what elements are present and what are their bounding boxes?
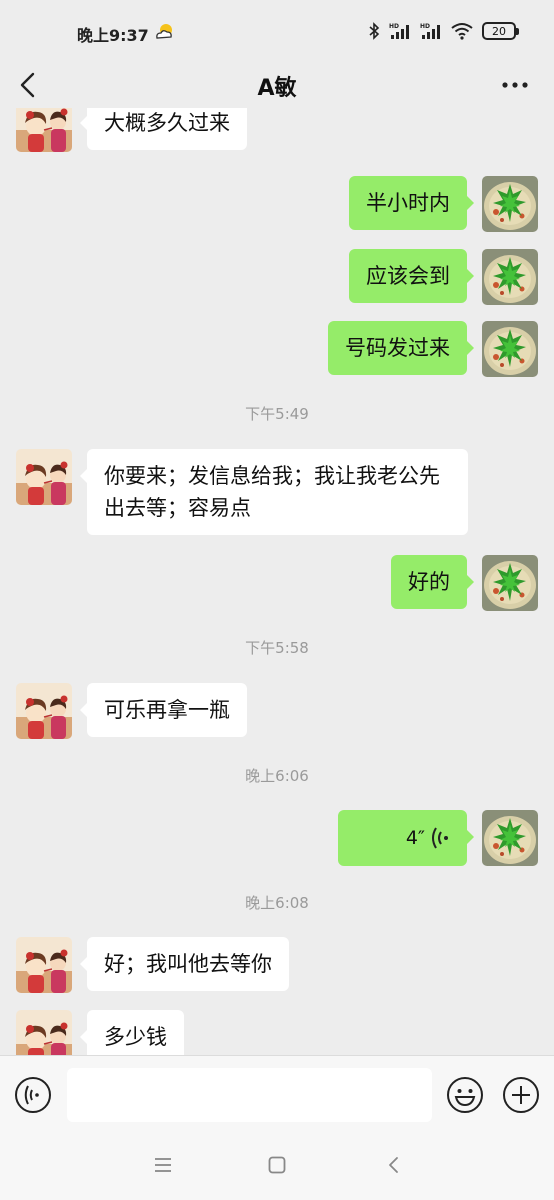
message-bubble[interactable]: 号码发过来 [328,321,474,375]
avatar[interactable] [482,321,538,377]
message-bubble[interactable]: 可乐再拿一瓶 [80,683,247,737]
voice-duration: 4″ [405,827,425,849]
avatar[interactable] [482,555,538,611]
message-sent: 号码发过来 [328,321,538,377]
back-icon[interactable] [384,1155,404,1175]
more-dots-icon[interactable] [500,72,530,98]
message-received: 可乐再拿一瓶 [16,683,247,739]
message-received: 好；我叫他去等你 [16,937,289,993]
battery-icon: 20 [482,22,519,40]
timestamp: 下午5:49 [245,405,309,423]
voice-wave-icon [432,827,448,849]
weather-icon [156,24,172,39]
battery-level: 20 [492,24,506,38]
signal-hd-icon: HD [389,23,409,39]
menu-icon[interactable] [153,1155,173,1175]
message-input[interactable] [67,1068,432,1122]
home-icon[interactable] [267,1155,287,1175]
timestamp: 下午5:58 [245,639,309,657]
avatar[interactable] [16,937,72,993]
avatar[interactable] [482,176,538,232]
status-time: 晚上9:37 [77,26,149,45]
avatar[interactable] [16,108,72,152]
message-received: 多少钱 [16,1010,184,1055]
message-bubble[interactable]: 半小时内 [349,176,474,230]
message-bubble[interactable]: 你要来；发信息给我；我让我老公先出去等；容易点 [80,449,468,535]
svg-text:HD: HD [389,23,399,30]
chat-header: A敏 [0,64,554,108]
avatar[interactable] [482,249,538,305]
timestamp: 晚上6:06 [245,767,309,785]
avatar[interactable] [16,449,72,505]
status-bar: 晚上9:37 HD HD 20 [0,0,554,64]
message-list[interactable]: 大概多久过来 半小时内 应该会到 号码发过来 下午5:49 你要来；发信息给我；… [0,108,554,1055]
message-bubble[interactable]: 应该会到 [349,249,474,303]
timestamp: 晚上6:08 [245,894,309,912]
wifi-icon [451,23,473,40]
svg-text:HD: HD [420,23,430,30]
message-sent-voice: 4″ [338,810,538,866]
message-bubble[interactable]: 好的 [391,555,474,609]
message-received: 大概多久过来 [16,108,247,152]
avatar[interactable] [482,810,538,866]
message-sent: 应该会到 [349,249,538,305]
bluetooth-icon [369,22,380,40]
message-received: 你要来；发信息给我；我让我老公先出去等；容易点 [16,449,468,535]
message-bubble[interactable]: 大概多久过来 [80,108,247,150]
signal-hd-icon: HD [420,23,440,39]
message-sent: 半小时内 [349,176,538,232]
voice-mode-icon[interactable] [14,1076,52,1114]
status-icons: HD HD 20 [368,22,519,40]
input-bar [0,1055,554,1133]
plus-icon[interactable] [502,1076,540,1114]
message-bubble[interactable]: 多少钱 [80,1010,184,1055]
avatar[interactable] [16,683,72,739]
voice-message-bubble[interactable]: 4″ [338,810,474,866]
system-nav-bar [0,1133,554,1200]
avatar[interactable] [16,1010,72,1055]
message-sent: 好的 [391,555,538,611]
emoji-icon[interactable] [446,1076,484,1114]
message-bubble[interactable]: 好；我叫他去等你 [80,937,289,991]
chat-title: A敏 [257,76,297,101]
